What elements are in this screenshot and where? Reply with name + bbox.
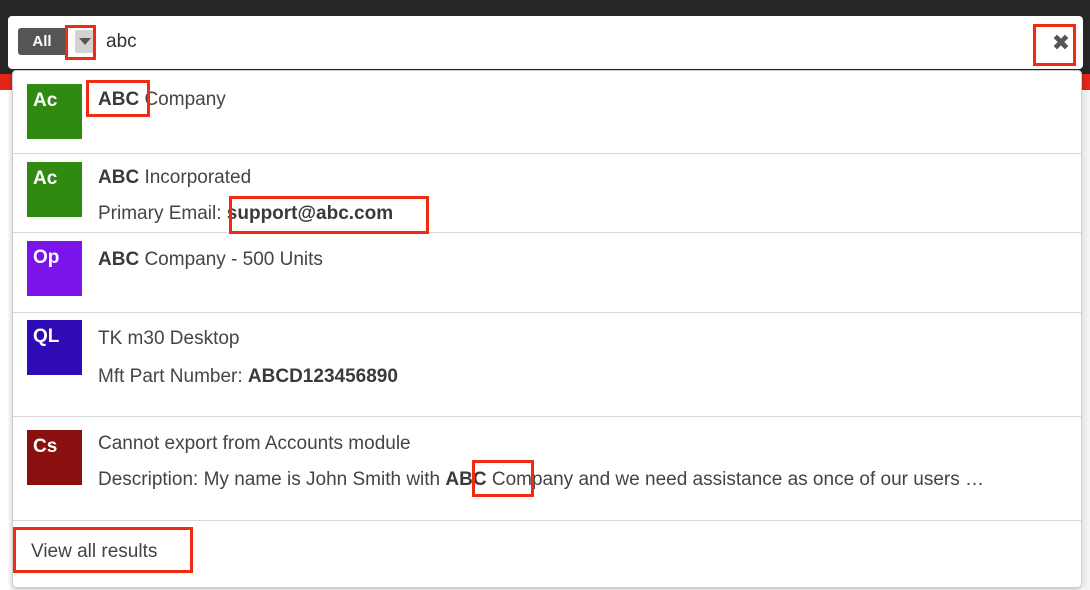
result-item[interactable]: QL TK m30 Desktop Mft Part Number: ABCD1… bbox=[13, 313, 1081, 417]
result-item[interactable]: Cs Cannot export from Accounts module De… bbox=[13, 417, 1081, 521]
highlight-match: ABC bbox=[98, 89, 140, 110]
result-title-text: Incorporated bbox=[139, 167, 252, 188]
search-bar: All ✖ bbox=[0, 0, 1090, 74]
detail-label: Primary Email: bbox=[98, 203, 227, 224]
result-detail: Mft Part Number: ABCD123456890 bbox=[98, 366, 398, 388]
search-field: All ✖ bbox=[8, 16, 1083, 69]
module-avatar-account: Ac bbox=[27, 84, 82, 139]
search-results-dropdown: Ac ABC Company Ac ABC Incorporated Prima… bbox=[12, 70, 1082, 588]
result-title-text: Company bbox=[139, 89, 226, 110]
module-dropdown-toggle[interactable] bbox=[71, 26, 99, 57]
detail-label: Description: My name is John Smith with bbox=[98, 469, 446, 490]
module-avatar-opportunity: Op bbox=[27, 241, 82, 296]
result-title[interactable]: Cannot export from Accounts module bbox=[98, 433, 411, 455]
background-page bbox=[1084, 90, 1090, 590]
module-avatar-account: Ac bbox=[27, 162, 82, 217]
close-icon: ✖ bbox=[1051, 29, 1071, 55]
result-item[interactable]: Op ABC Company - 500 Units bbox=[13, 233, 1081, 313]
detail-value: ABCD123456890 bbox=[247, 366, 398, 387]
result-title[interactable]: ABC Company bbox=[98, 89, 226, 111]
module-avatar-case: Cs bbox=[27, 430, 82, 485]
highlight-match: ABC bbox=[98, 167, 140, 188]
module-filter-button[interactable]: All bbox=[18, 28, 66, 55]
result-item[interactable]: Ac ABC Incorporated Primary Email: suppo… bbox=[13, 154, 1081, 233]
module-avatar-quoted-line-item: QL bbox=[27, 320, 82, 375]
detail-text: Company and we need assistance as once o… bbox=[486, 469, 985, 490]
result-title[interactable]: TK m30 Desktop bbox=[98, 328, 240, 350]
highlight-match: ABC bbox=[445, 469, 487, 490]
results-footer bbox=[13, 521, 1081, 587]
search-input[interactable] bbox=[106, 29, 1006, 55]
result-detail: Primary Email: support@abc.com bbox=[98, 203, 393, 225]
result-title[interactable]: ABC Incorporated bbox=[98, 167, 251, 189]
result-title[interactable]: ABC Company - 500 Units bbox=[98, 249, 323, 271]
chevron-down-icon bbox=[75, 30, 95, 53]
result-title-text: Company - 500 Units bbox=[139, 249, 323, 270]
result-item[interactable]: Ac ABC Company bbox=[13, 71, 1081, 154]
highlight-match: ABC bbox=[98, 249, 140, 270]
clear-search-button[interactable]: ✖ bbox=[1043, 23, 1079, 62]
detail-value: support@abc.com bbox=[226, 203, 394, 224]
result-detail: Description: My name is John Smith with … bbox=[98, 469, 1073, 491]
view-all-results-link[interactable]: View all results bbox=[31, 541, 157, 563]
detail-label: Mft Part Number: bbox=[98, 366, 248, 387]
